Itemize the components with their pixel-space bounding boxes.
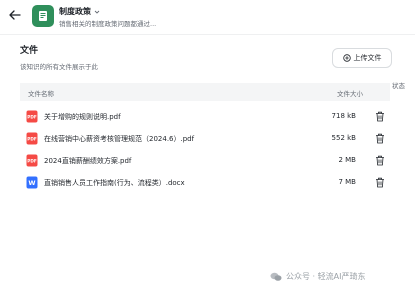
table-row[interactable]: W 直销销售人员工作指南(行为、流程类）.docx 7 MB — [20, 172, 390, 194]
top-bar: 制度政策 销售相关的制度政策问题都通过... — [0, 0, 415, 34]
file-size: 2 MB — [338, 156, 356, 164]
docx-file-icon: W — [26, 176, 38, 189]
file-size: 718 kB — [331, 112, 356, 120]
section-subtitle: 该知识的所有文件展示于此 — [20, 63, 98, 71]
table-row[interactable]: PDF 2024直销薪酬绩效方案.pdf 2 MB — [20, 150, 390, 172]
watermark: 公众号 · 轻流AI严琦东 — [270, 271, 365, 282]
trash-icon[interactable] — [375, 177, 385, 188]
file-name[interactable]: 关于增购的规则说明.pdf — [44, 112, 121, 122]
table-row[interactable]: PDF 在线营销中心薪资考核管理规范（2024.6）.pdf 552 kB — [20, 128, 390, 150]
column-header-status: 状态 — [392, 82, 405, 90]
trash-icon[interactable] — [375, 155, 385, 166]
trash-icon[interactable] — [375, 133, 385, 144]
kb-title-selector[interactable]: 制度政策 — [59, 6, 101, 17]
column-header-name: 文件名称 — [28, 90, 54, 98]
svg-text:PDF: PDF — [27, 159, 37, 164]
file-name[interactable]: 直销销售人员工作指南(行为、流程类）.docx — [44, 178, 185, 188]
svg-text:PDF: PDF — [27, 137, 37, 142]
svg-text:W: W — [28, 179, 35, 187]
watermark-text: 公众号 · 轻流AI严琦东 — [286, 272, 366, 281]
pdf-file-icon: PDF — [26, 154, 38, 167]
section-title: 文件 — [20, 46, 39, 56]
upload-file-button[interactable]: 上传文件 — [332, 48, 392, 68]
back-arrow-icon[interactable] — [8, 8, 22, 22]
file-size: 7 MB — [338, 178, 356, 186]
file-name[interactable]: 2024直销薪酬绩效方案.pdf — [44, 156, 131, 166]
kb-description: 销售相关的制度政策问题都通过... — [59, 20, 157, 28]
file-size: 552 kB — [331, 134, 356, 142]
column-header-size: 文件大小 — [337, 90, 363, 98]
trash-icon[interactable] — [375, 111, 385, 122]
upload-file-label: 上传文件 — [353, 54, 382, 62]
plus-circle-icon — [342, 54, 351, 62]
knowledge-base-icon — [32, 5, 54, 27]
svg-text:PDF: PDF — [27, 115, 37, 120]
pdf-file-icon: PDF — [26, 110, 38, 123]
table-header: 文件名称 文件大小 — [20, 83, 390, 101]
chevron-down-icon — [94, 10, 100, 14]
wechat-icon — [270, 272, 282, 281]
header-divider — [0, 34, 415, 35]
kb-title: 制度政策 — [59, 7, 91, 16]
file-name[interactable]: 在线营销中心薪资考核管理规范（2024.6）.pdf — [44, 134, 194, 144]
pdf-file-icon: PDF — [26, 132, 38, 145]
table-row[interactable]: PDF 关于增购的规则说明.pdf 718 kB — [20, 106, 390, 128]
